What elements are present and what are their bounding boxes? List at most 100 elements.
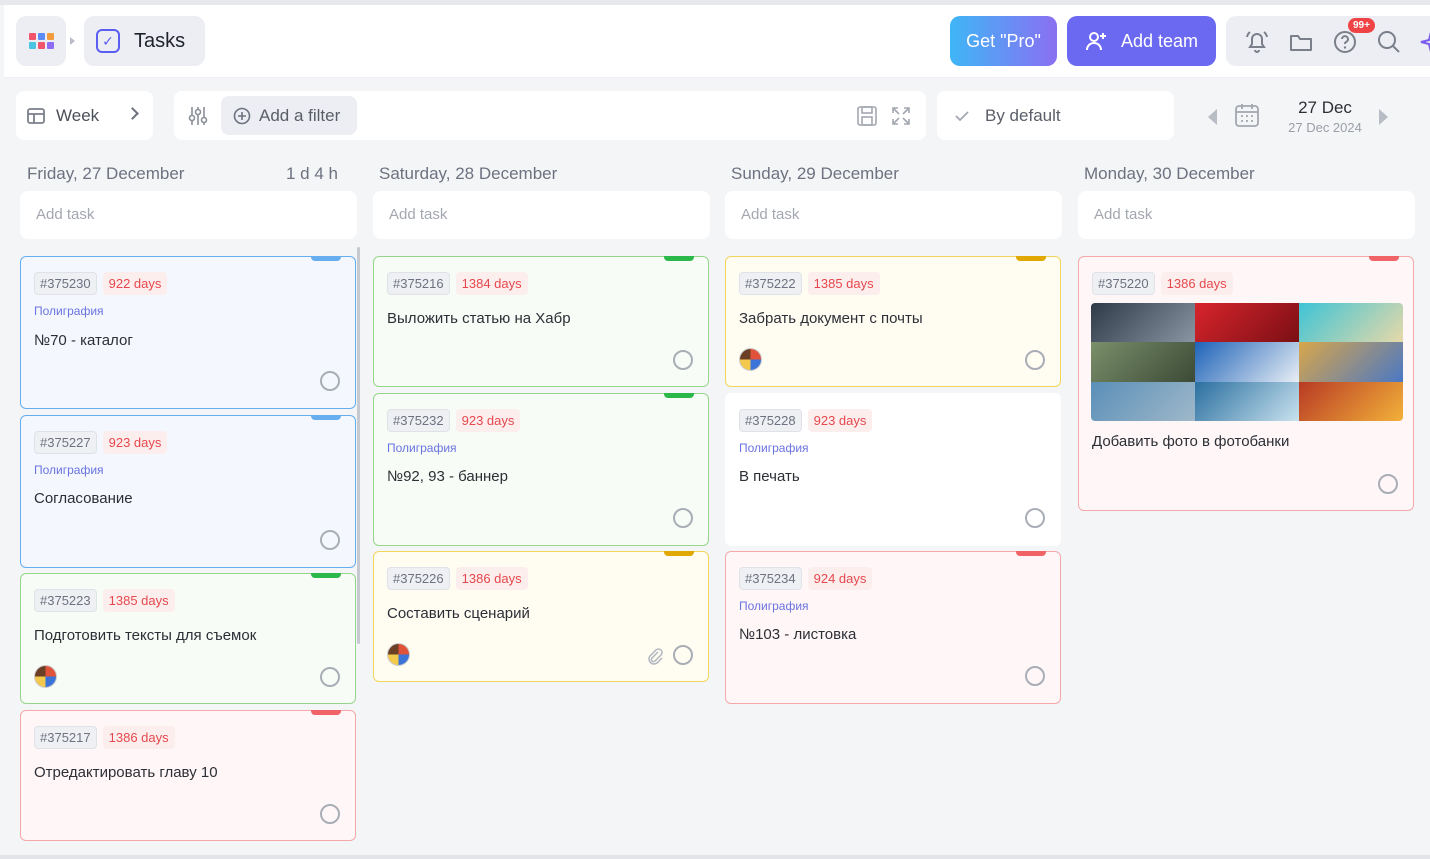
task-id: #375222: [739, 272, 802, 295]
task-card[interactable]: #375226 1386 days Составить сценарий: [373, 551, 709, 682]
priority-tab: [664, 551, 694, 556]
add-team-button[interactable]: Add team: [1067, 16, 1216, 66]
sort-label: By default: [985, 105, 1061, 125]
folder-icon[interactable]: [1288, 29, 1314, 55]
overdue-days: 1386 days: [455, 567, 528, 590]
calendar-icon[interactable]: [1234, 102, 1260, 128]
apps-button[interactable]: [16, 16, 66, 66]
add-task-input[interactable]: Add task: [1078, 191, 1415, 239]
bell-icon[interactable]: [1244, 29, 1270, 55]
calendar-table-icon: [27, 107, 45, 124]
prev-date-icon[interactable]: [1208, 109, 1217, 125]
task-card[interactable]: #375216 1384 days Выложить статью на Хабр: [373, 256, 709, 387]
complete-checkbox[interactable]: [673, 508, 693, 528]
task-id: #375216: [387, 272, 450, 295]
get-pro-button[interactable]: Get "Pro": [950, 16, 1057, 66]
priority-tab: [311, 573, 341, 578]
app-title: Tasks: [134, 29, 186, 52]
notification-badge: 99+: [1348, 18, 1375, 33]
complete-checkbox[interactable]: [1025, 350, 1045, 370]
add-task-input[interactable]: Add task: [725, 191, 1062, 239]
task-card[interactable]: #375230 922 days Полиграфия №70 - каталог: [20, 256, 356, 409]
priority-tab: [1369, 256, 1399, 261]
attachment-icon[interactable]: [646, 647, 664, 665]
complete-checkbox[interactable]: [320, 667, 340, 687]
task-id: #375226: [387, 567, 450, 590]
tasks-breadcrumb-button[interactable]: ✓ Tasks: [84, 16, 205, 66]
expand-icon[interactable]: [890, 105, 912, 127]
task-card[interactable]: #375234 924 days Полиграфия №103 - листов…: [725, 551, 1061, 704]
filter-sliders-icon[interactable]: [187, 105, 209, 127]
search-icon[interactable]: [1376, 29, 1402, 55]
current-date[interactable]: 27 Dec: [1280, 98, 1370, 118]
task-cover-image[interactable]: [1091, 303, 1403, 421]
sparkle-icon[interactable]: [1418, 29, 1430, 55]
sort-selector[interactable]: By default: [937, 91, 1174, 140]
filter-bar: Add a filter: [174, 91, 926, 140]
task-project-tag[interactable]: Полиграфия: [387, 441, 457, 455]
task-id: #375227: [34, 431, 97, 454]
date-navigator: 27 Dec 27 Dec 2024: [1200, 91, 1400, 140]
overdue-days: 923 days: [102, 431, 168, 454]
priority-tab: [311, 256, 341, 261]
add-filter-label: Add a filter: [259, 105, 341, 125]
priority-tab: [311, 415, 341, 420]
column-scrollbar[interactable]: [357, 247, 360, 644]
add-task-input[interactable]: Add task: [373, 191, 710, 239]
priority-tab: [311, 710, 341, 715]
window-bottom-edge: [0, 855, 1430, 859]
assignee-avatar[interactable]: [739, 348, 762, 371]
overdue-days: 1384 days: [455, 272, 528, 295]
task-card[interactable]: #375228 923 days Полиграфия В печать: [725, 393, 1061, 546]
priority-tab: [1016, 551, 1046, 556]
assignee-avatar[interactable]: [34, 665, 57, 688]
plus-circle-icon: [233, 107, 251, 124]
task-card[interactable]: #375222 1385 days Забрать документ с почт…: [725, 256, 1061, 387]
complete-checkbox[interactable]: [673, 645, 693, 665]
overdue-days: 1386 days: [1160, 272, 1233, 295]
save-icon[interactable]: [856, 105, 878, 127]
task-title: Согласование: [34, 490, 133, 507]
add-task-input[interactable]: Add task: [20, 191, 357, 239]
next-date-icon[interactable]: [1379, 109, 1388, 125]
column-header-day: Sunday, 29 December: [731, 164, 899, 183]
complete-checkbox[interactable]: [1025, 508, 1045, 528]
complete-checkbox[interactable]: [673, 350, 693, 370]
overdue-days: 1386 days: [102, 726, 175, 749]
priority-tab: [664, 393, 694, 398]
task-project-tag[interactable]: Полиграфия: [739, 441, 809, 455]
priority-tab: [664, 256, 694, 261]
column-duration: 1 d 4 h: [286, 164, 338, 183]
complete-checkbox[interactable]: [1025, 666, 1045, 686]
column-header-day: Monday, 30 December: [1084, 164, 1255, 183]
complete-checkbox[interactable]: [320, 804, 340, 824]
task-title: Составить сценарий: [387, 605, 530, 622]
task-card[interactable]: #375217 1386 days Отредактировать главу 1…: [20, 710, 356, 841]
task-card[interactable]: #375220 1386 days Добавить фото в фотобан…: [1078, 256, 1414, 511]
task-card[interactable]: #375223 1385 days Подготовить тексты для …: [20, 573, 356, 704]
task-card[interactable]: #375232 923 days Полиграфия №92, 93 - бан…: [373, 393, 709, 546]
add-user-icon: [1086, 32, 1106, 51]
add-filter-button[interactable]: Add a filter: [221, 96, 357, 135]
complete-checkbox[interactable]: [1378, 474, 1398, 494]
task-id: #375223: [34, 589, 97, 612]
view-selector[interactable]: Week: [16, 91, 153, 140]
view-label: Week: [56, 105, 100, 125]
task-card[interactable]: #375227 923 days Полиграфия Согласование: [20, 415, 356, 568]
column-header-day: Friday, 27 December: [27, 164, 185, 183]
task-title: №70 - каталог: [34, 332, 133, 349]
task-id: #375228: [739, 409, 802, 432]
chevron-right-icon: [126, 107, 139, 120]
task-project-tag[interactable]: Полиграфия: [34, 463, 104, 477]
task-title: Подготовить тексты для съемок: [34, 627, 257, 644]
assignee-avatar[interactable]: [387, 643, 410, 666]
task-title: В печать: [739, 468, 800, 485]
task-id: #375232: [387, 409, 450, 432]
complete-checkbox[interactable]: [320, 530, 340, 550]
task-project-tag[interactable]: Полиграфия: [739, 599, 809, 613]
task-project-tag[interactable]: Полиграфия: [34, 304, 104, 318]
complete-checkbox[interactable]: [320, 371, 340, 391]
overdue-days: 1385 days: [807, 272, 880, 295]
overdue-days: 924 days: [807, 567, 873, 590]
task-id: #375230: [34, 272, 97, 295]
